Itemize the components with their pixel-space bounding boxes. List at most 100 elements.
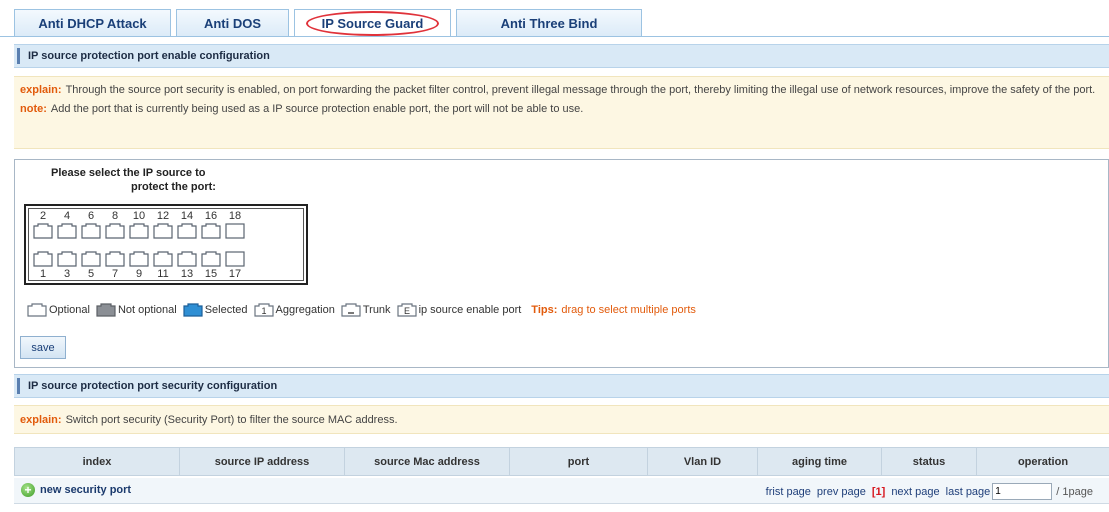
last-page-link[interactable]: last page: [946, 486, 991, 498]
first-page-link[interactable]: frist page: [766, 486, 811, 498]
ethernet-port-icon: [153, 251, 173, 267]
ethernet-port-icon: [33, 223, 53, 239]
add-icon: +: [21, 483, 35, 497]
port-selected-icon: [183, 303, 203, 317]
port-number: 8: [111, 210, 119, 222]
section-header-security: IP source protection port security confi…: [14, 374, 1109, 398]
tab-label: Anti DHCP Attack: [38, 15, 147, 31]
switch-panel-inner: 2 4 6 8 10 12 14 16 18 1 3 5 7 9 11 13 15 17: [28, 208, 304, 281]
col-vlan-id: Vlan ID: [647, 447, 758, 476]
port-ip-source-icon: E: [396, 303, 417, 317]
switch-port-9[interactable]: [129, 251, 149, 267]
tips-text: drag to select multiple ports: [561, 304, 696, 316]
switch-port-17[interactable]: [225, 251, 245, 267]
note-label: note:: [20, 103, 47, 115]
explain-label: explain:: [20, 84, 62, 96]
port-number: 16: [204, 210, 218, 222]
ethernet-port-icon: [129, 223, 149, 239]
legend-ip-source: E ip source enable port: [396, 303, 522, 317]
prompt-line-1: Please select the IP source to: [51, 167, 206, 179]
port-number: 9: [135, 268, 143, 280]
tab-label: Anti DOS: [203, 15, 262, 31]
explain-line: explain: Through the source port security…: [20, 81, 1103, 100]
switch-port-5[interactable]: [81, 251, 101, 267]
col-aging-time: aging time: [757, 447, 882, 476]
ethernet-port-icon: [81, 251, 101, 267]
tips-label: Tips:: [531, 304, 558, 316]
page-total: / 1page: [1056, 485, 1093, 498]
switch-port-4[interactable]: [57, 223, 77, 239]
tab-bar: Anti DHCP Attack Anti DOS IP Source Guar…: [14, 9, 642, 36]
current-page: [1]: [871, 485, 886, 498]
save-button[interactable]: save: [20, 336, 66, 359]
ethernet-port-icon: [153, 223, 173, 239]
tab-label: IP Source Guard: [305, 10, 440, 36]
col-index: index: [14, 447, 180, 476]
switch-port-18[interactable]: [225, 223, 245, 239]
section-header-enable: IP source protection port enable configu…: [14, 44, 1109, 68]
prev-page-link[interactable]: prev page: [817, 486, 866, 498]
legend-selected: Selected: [183, 303, 248, 317]
port-number: 17: [228, 268, 242, 280]
switch-panel: 2 4 6 8 10 12 14 16 18 1 3 5 7 9 11 13 15 17: [24, 204, 308, 285]
switch-port-12[interactable]: [153, 223, 173, 239]
port-number: 2: [39, 210, 47, 222]
switch-port-6[interactable]: [81, 223, 101, 239]
switch-port-2[interactable]: [33, 223, 53, 239]
col-source-ip: source IP address: [179, 447, 345, 476]
tab-anti-dhcp-attack[interactable]: Anti DHCP Attack: [14, 9, 171, 36]
new-security-port-button[interactable]: + new security port: [21, 483, 131, 497]
port-optional-icon: [27, 303, 47, 317]
explain-text: Through the source port security is enab…: [65, 84, 1096, 96]
explain-text: Switch port security (Security Port) to …: [65, 414, 398, 426]
legend-ip-source-label: ip source enable port: [418, 304, 522, 316]
tips: Tips: drag to select multiple ports: [531, 304, 696, 316]
switch-port-7[interactable]: [105, 251, 125, 267]
section-title: IP source protection port enable configu…: [28, 50, 270, 62]
ethernet-port-icon: [177, 223, 197, 239]
port-number: 15: [204, 268, 218, 280]
switch-port-3[interactable]: [57, 251, 77, 267]
legend-not-optional-label: Not optional: [117, 304, 177, 316]
ethernet-port-icon: [129, 251, 149, 267]
security-port-table: index source IP address source Mac addre…: [14, 447, 1109, 476]
sfp-port-icon: [225, 223, 245, 239]
switch-port-11[interactable]: [153, 251, 173, 267]
switch-port-14[interactable]: [177, 223, 197, 239]
legend-selected-label: Selected: [204, 304, 248, 316]
switch-port-1[interactable]: [33, 251, 53, 267]
tab-anti-dos[interactable]: Anti DOS: [176, 9, 289, 36]
switch-port-13[interactable]: [177, 251, 197, 267]
note-line: note: Add the port that is currently bein…: [20, 100, 1103, 119]
switch-port-15[interactable]: [201, 251, 221, 267]
switch-port-10[interactable]: [129, 223, 149, 239]
ethernet-port-icon: [57, 251, 77, 267]
explain-box-security: explain: Switch port security (Security P…: [14, 405, 1109, 434]
port-number: 11: [157, 268, 169, 280]
port-number: 3: [63, 268, 71, 280]
sfp-port-icon: [225, 251, 245, 267]
port-number: 4: [63, 210, 71, 222]
ethernet-port-icon: [81, 223, 101, 239]
ethernet-port-icon: [105, 251, 125, 267]
ip-source-glyph: E: [404, 306, 410, 316]
ethernet-port-icon: [105, 223, 125, 239]
switch-port-8[interactable]: [105, 223, 125, 239]
page-number-input[interactable]: [992, 483, 1053, 500]
port-number: 12: [156, 210, 170, 222]
new-security-port-label: new security port: [40, 484, 132, 496]
ethernet-port-icon: [177, 251, 197, 267]
tab-anti-three-bind[interactable]: Anti Three Bind: [456, 9, 642, 36]
port-prompt: Please select the IP source to protect t…: [51, 166, 251, 194]
port-legend: Optional Not optional Selected 1 Aggrega…: [27, 303, 696, 317]
switch-port-16[interactable]: [201, 223, 221, 239]
port-number: 1: [39, 268, 47, 280]
next-page-link[interactable]: next page: [891, 486, 939, 498]
pagination: frist page prev page [1] next page last …: [766, 483, 1093, 500]
port-trunk-icon: [341, 303, 361, 317]
port-not-optional-icon: [96, 303, 116, 317]
tab-ip-source-guard[interactable]: IP Source Guard: [294, 9, 451, 36]
port-number: 14: [180, 210, 194, 222]
ethernet-port-icon: [201, 251, 221, 267]
legend-optional-label: Optional: [49, 304, 90, 316]
